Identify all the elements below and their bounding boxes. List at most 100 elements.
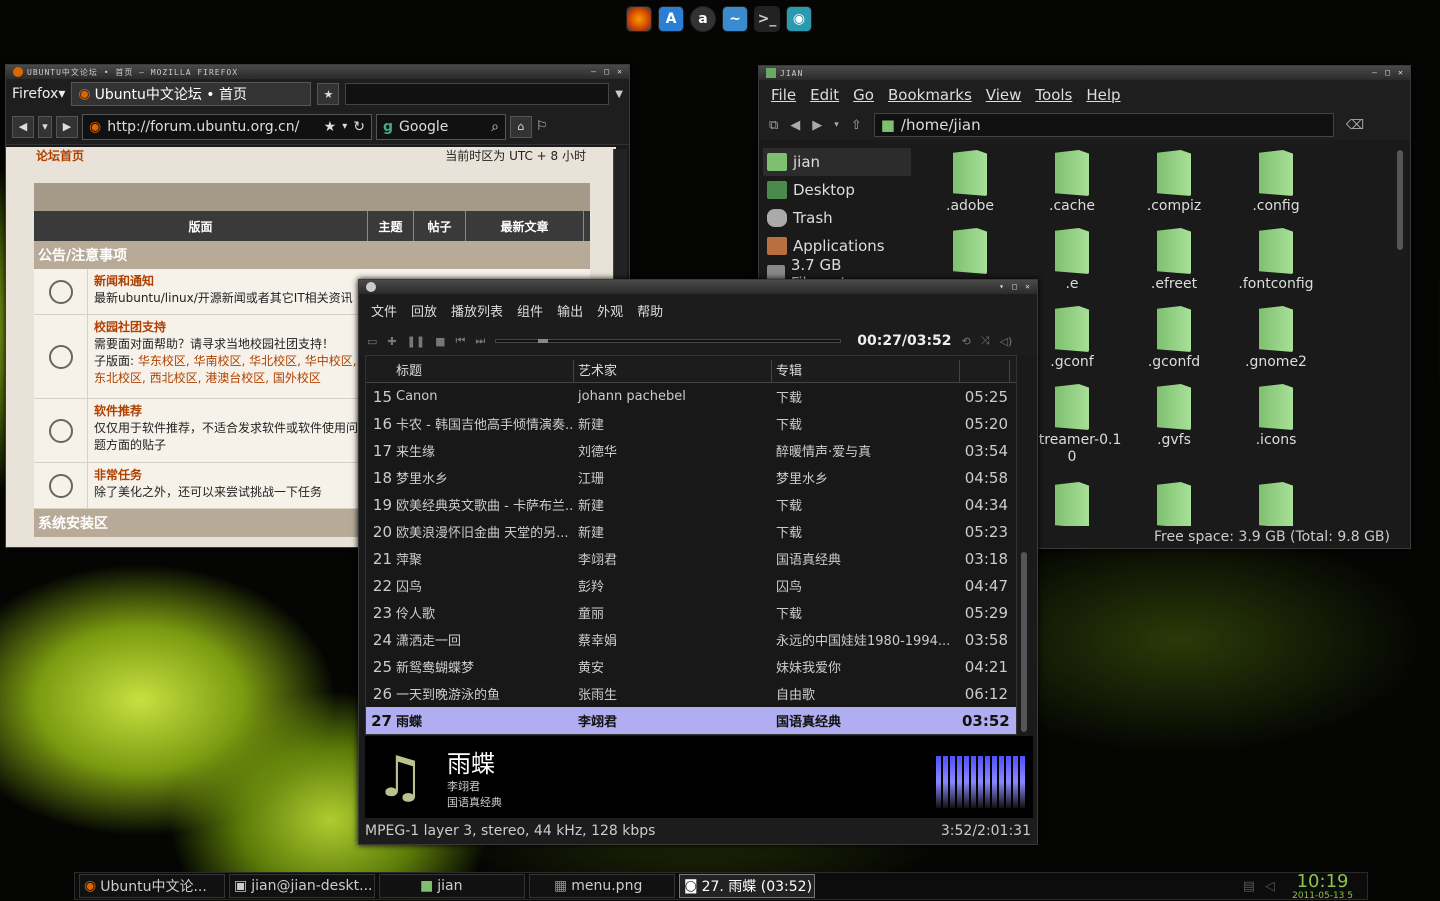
folder-item[interactable] bbox=[1124, 482, 1224, 530]
terminal-icon[interactable]: >_ bbox=[754, 6, 780, 32]
folder-item[interactable]: .efreet bbox=[1124, 228, 1224, 292]
menu-go[interactable]: Go bbox=[853, 86, 874, 104]
next-icon[interactable]: ⏭ bbox=[475, 334, 485, 348]
network-icon[interactable]: ◉ bbox=[786, 6, 812, 32]
aptana-icon[interactable]: a bbox=[690, 6, 716, 32]
tab-list-icon[interactable]: ▼ bbox=[615, 89, 623, 100]
maximize-icon[interactable]: □ bbox=[1383, 68, 1393, 78]
history-dropdown-icon[interactable]: ▾ bbox=[38, 115, 52, 138]
playlist-row[interactable]: 21 萍聚 李翊君 国语真经典 03:18 bbox=[366, 545, 1016, 572]
bookmark-star-icon[interactable]: ★ bbox=[324, 119, 337, 135]
playlist-row[interactable]: 17 来生缘 刘德华 醉暖情声·爱与真 03:54 bbox=[366, 437, 1016, 464]
shuffle-icon[interactable]: ⤨ bbox=[981, 334, 990, 348]
playlist-row[interactable]: 18 梦里水乡 江珊 梦里水乡 04:58 bbox=[366, 464, 1016, 491]
minimize-icon[interactable]: – bbox=[1370, 68, 1380, 78]
sidebar-item-desktop[interactable]: Desktop bbox=[763, 176, 911, 204]
menu-components[interactable]: 组件 bbox=[517, 301, 543, 320]
folder-item[interactable]: .fontconfig bbox=[1226, 228, 1326, 292]
task-terminal[interactable]: ▣ jian@jian-deskt... bbox=[229, 874, 375, 898]
playlist-row[interactable]: 23 伶人歌 童丽 下载 05:29 bbox=[366, 599, 1016, 626]
repeat-icon[interactable]: ⟲ bbox=[962, 335, 971, 348]
folder-item[interactable]: .gnome2 bbox=[1226, 306, 1326, 370]
folder-item[interactable]: .gconfd bbox=[1124, 306, 1224, 370]
sidebar-item-home[interactable]: jian bbox=[763, 148, 911, 176]
reload-icon[interactable]: ↻ bbox=[353, 119, 365, 135]
tab-forum[interactable]: ◉ Ubuntu中文论坛 • 首页 bbox=[71, 82, 312, 106]
category-header[interactable]: 公告/注意事项 bbox=[34, 241, 590, 269]
home-button[interactable]: ⌂ bbox=[510, 115, 532, 138]
previous-icon[interactable]: ⏮ bbox=[455, 334, 465, 348]
forum-title[interactable]: 软件推荐 bbox=[94, 403, 358, 420]
minimize-icon[interactable]: ▾ bbox=[997, 282, 1007, 292]
col-artist[interactable]: 艺术家 bbox=[574, 360, 772, 382]
menu-output[interactable]: 输出 bbox=[557, 301, 583, 320]
firefox-titlebar[interactable]: UBUNTU中文论坛 • 首页 — MOZILLA FIREFOX – □ ✕ bbox=[6, 65, 629, 79]
menu-tools[interactable]: Tools bbox=[1035, 86, 1072, 104]
subforum-links[interactable]: 东北校区, 西北校区, 港澳台校区, 国外校区 bbox=[94, 370, 357, 387]
folder-item[interactable] bbox=[1226, 482, 1326, 530]
search-bar[interactable]: g Google ⌕ bbox=[376, 113, 506, 140]
up-icon[interactable]: ⇧ bbox=[851, 118, 862, 133]
playlist-row[interactable]: 19 欧美经典英文歌曲 - 卡萨布兰... 新建 下载 04:34 bbox=[366, 491, 1016, 518]
playlist-row[interactable]: 15 Canon johann pachebel 下载 05:25 bbox=[366, 383, 1016, 410]
folder-item[interactable] bbox=[920, 228, 1020, 276]
forum-title[interactable]: 新闻和通知 bbox=[94, 273, 353, 290]
player-titlebar[interactable]: ▾ □ ✕ bbox=[359, 280, 1037, 294]
menu-playlist[interactable]: 播放列表 bbox=[451, 301, 503, 320]
back-icon[interactable]: ◀ bbox=[790, 118, 800, 133]
playlist-row[interactable]: 22 囚鸟 彭羚 囚鸟 04:47 bbox=[366, 572, 1016, 599]
menu-view[interactable]: View bbox=[986, 86, 1022, 104]
new-window-icon[interactable]: ⧉ bbox=[769, 118, 778, 133]
forward-button[interactable]: ▶ bbox=[56, 115, 78, 138]
sidebar-item-trash[interactable]: Trash bbox=[763, 204, 911, 232]
new-tab-button[interactable]: ★ bbox=[317, 83, 340, 105]
seek-thumb[interactable] bbox=[537, 339, 548, 343]
bookmarks-menu-icon[interactable]: ⚐ bbox=[536, 119, 548, 134]
task-image[interactable]: ▦ menu.png bbox=[529, 874, 675, 898]
menu-bookmarks[interactable]: Bookmarks bbox=[888, 86, 972, 104]
forum-home-link[interactable]: 论坛首页 bbox=[36, 147, 84, 163]
playlist-row[interactable]: 24 潇洒走一回 蔡幸娟 永远的中国娃娃1980-1994... 03:58 bbox=[366, 626, 1016, 653]
minimize-icon[interactable]: – bbox=[589, 67, 599, 77]
clear-location-icon[interactable]: ⌫ bbox=[1346, 118, 1364, 133]
clock[interactable]: 10:19 2011-05-13 5 bbox=[1292, 873, 1353, 901]
add-icon[interactable]: ✚ bbox=[387, 335, 396, 348]
playlist-row[interactable]: 20 欧美浪漫怀旧金曲 天堂的另... 新建 下载 05:23 bbox=[366, 518, 1016, 545]
task-files[interactable]: ■ jian bbox=[379, 874, 525, 898]
back-button[interactable]: ◀ bbox=[12, 115, 34, 138]
volume-icon[interactable]: ◁) bbox=[1000, 335, 1013, 348]
search-icon[interactable]: ⌕ bbox=[491, 119, 499, 135]
close-icon[interactable]: ✕ bbox=[1396, 68, 1406, 78]
task-firefox[interactable]: ◉ Ubuntu中文论... bbox=[79, 874, 225, 898]
firefox-menu-button[interactable]: Firefox▾ bbox=[12, 86, 65, 102]
playlist-row[interactable]: 25 新鸳鸯蝴蝶梦 黄安 妹妹我爱你 04:21 bbox=[366, 653, 1016, 680]
folder-item[interactable]: .adobe bbox=[920, 150, 1020, 214]
tray-volume-icon[interactable]: ◁ bbox=[1265, 879, 1275, 894]
forum-title[interactable]: 校园社团支持 bbox=[94, 319, 357, 336]
forum-title[interactable]: 非常任务 bbox=[94, 467, 322, 484]
menu-edit[interactable]: Edit bbox=[810, 86, 839, 104]
url-dropdown-icon[interactable]: ▾ bbox=[342, 121, 347, 132]
folder-item[interactable]: .cache bbox=[1022, 150, 1122, 214]
folder-item[interactable]: .config bbox=[1226, 150, 1326, 214]
open-icon[interactable]: ▭ bbox=[367, 335, 377, 348]
pause-icon[interactable]: ❚❚ bbox=[407, 335, 425, 348]
forward-icon[interactable]: ▶ bbox=[812, 118, 822, 133]
task-player[interactable]: ◙27. 雨蝶 (03:52) ... bbox=[679, 874, 815, 898]
menu-file[interactable]: 文件 bbox=[371, 301, 397, 320]
file-manager-titlebar[interactable]: JIAN – □ ✕ bbox=[759, 66, 1410, 80]
playlist-row[interactable]: 16 卡农 - 韩国吉他高手倾情演奏... 新建 下载 05:20 bbox=[366, 410, 1016, 437]
stop-icon[interactable]: ■ bbox=[435, 335, 445, 348]
folder-item[interactable]: .compiz bbox=[1124, 150, 1224, 214]
folder-item[interactable]: .icons bbox=[1226, 384, 1326, 448]
folder-item[interactable]: .gvfs bbox=[1124, 384, 1224, 448]
playlist-scrollbar[interactable] bbox=[1021, 552, 1027, 732]
menu-file[interactable]: File bbox=[771, 86, 796, 104]
col-album[interactable]: 专辑 bbox=[772, 360, 960, 382]
close-icon[interactable]: ✕ bbox=[1023, 282, 1033, 292]
menu-help[interactable]: Help bbox=[1086, 86, 1120, 104]
menu-appearance[interactable]: 外观 bbox=[597, 301, 623, 320]
menu-help[interactable]: 帮助 bbox=[637, 301, 663, 320]
maximize-icon[interactable]: □ bbox=[1010, 282, 1020, 292]
monitor-icon[interactable]: ~ bbox=[722, 6, 748, 32]
